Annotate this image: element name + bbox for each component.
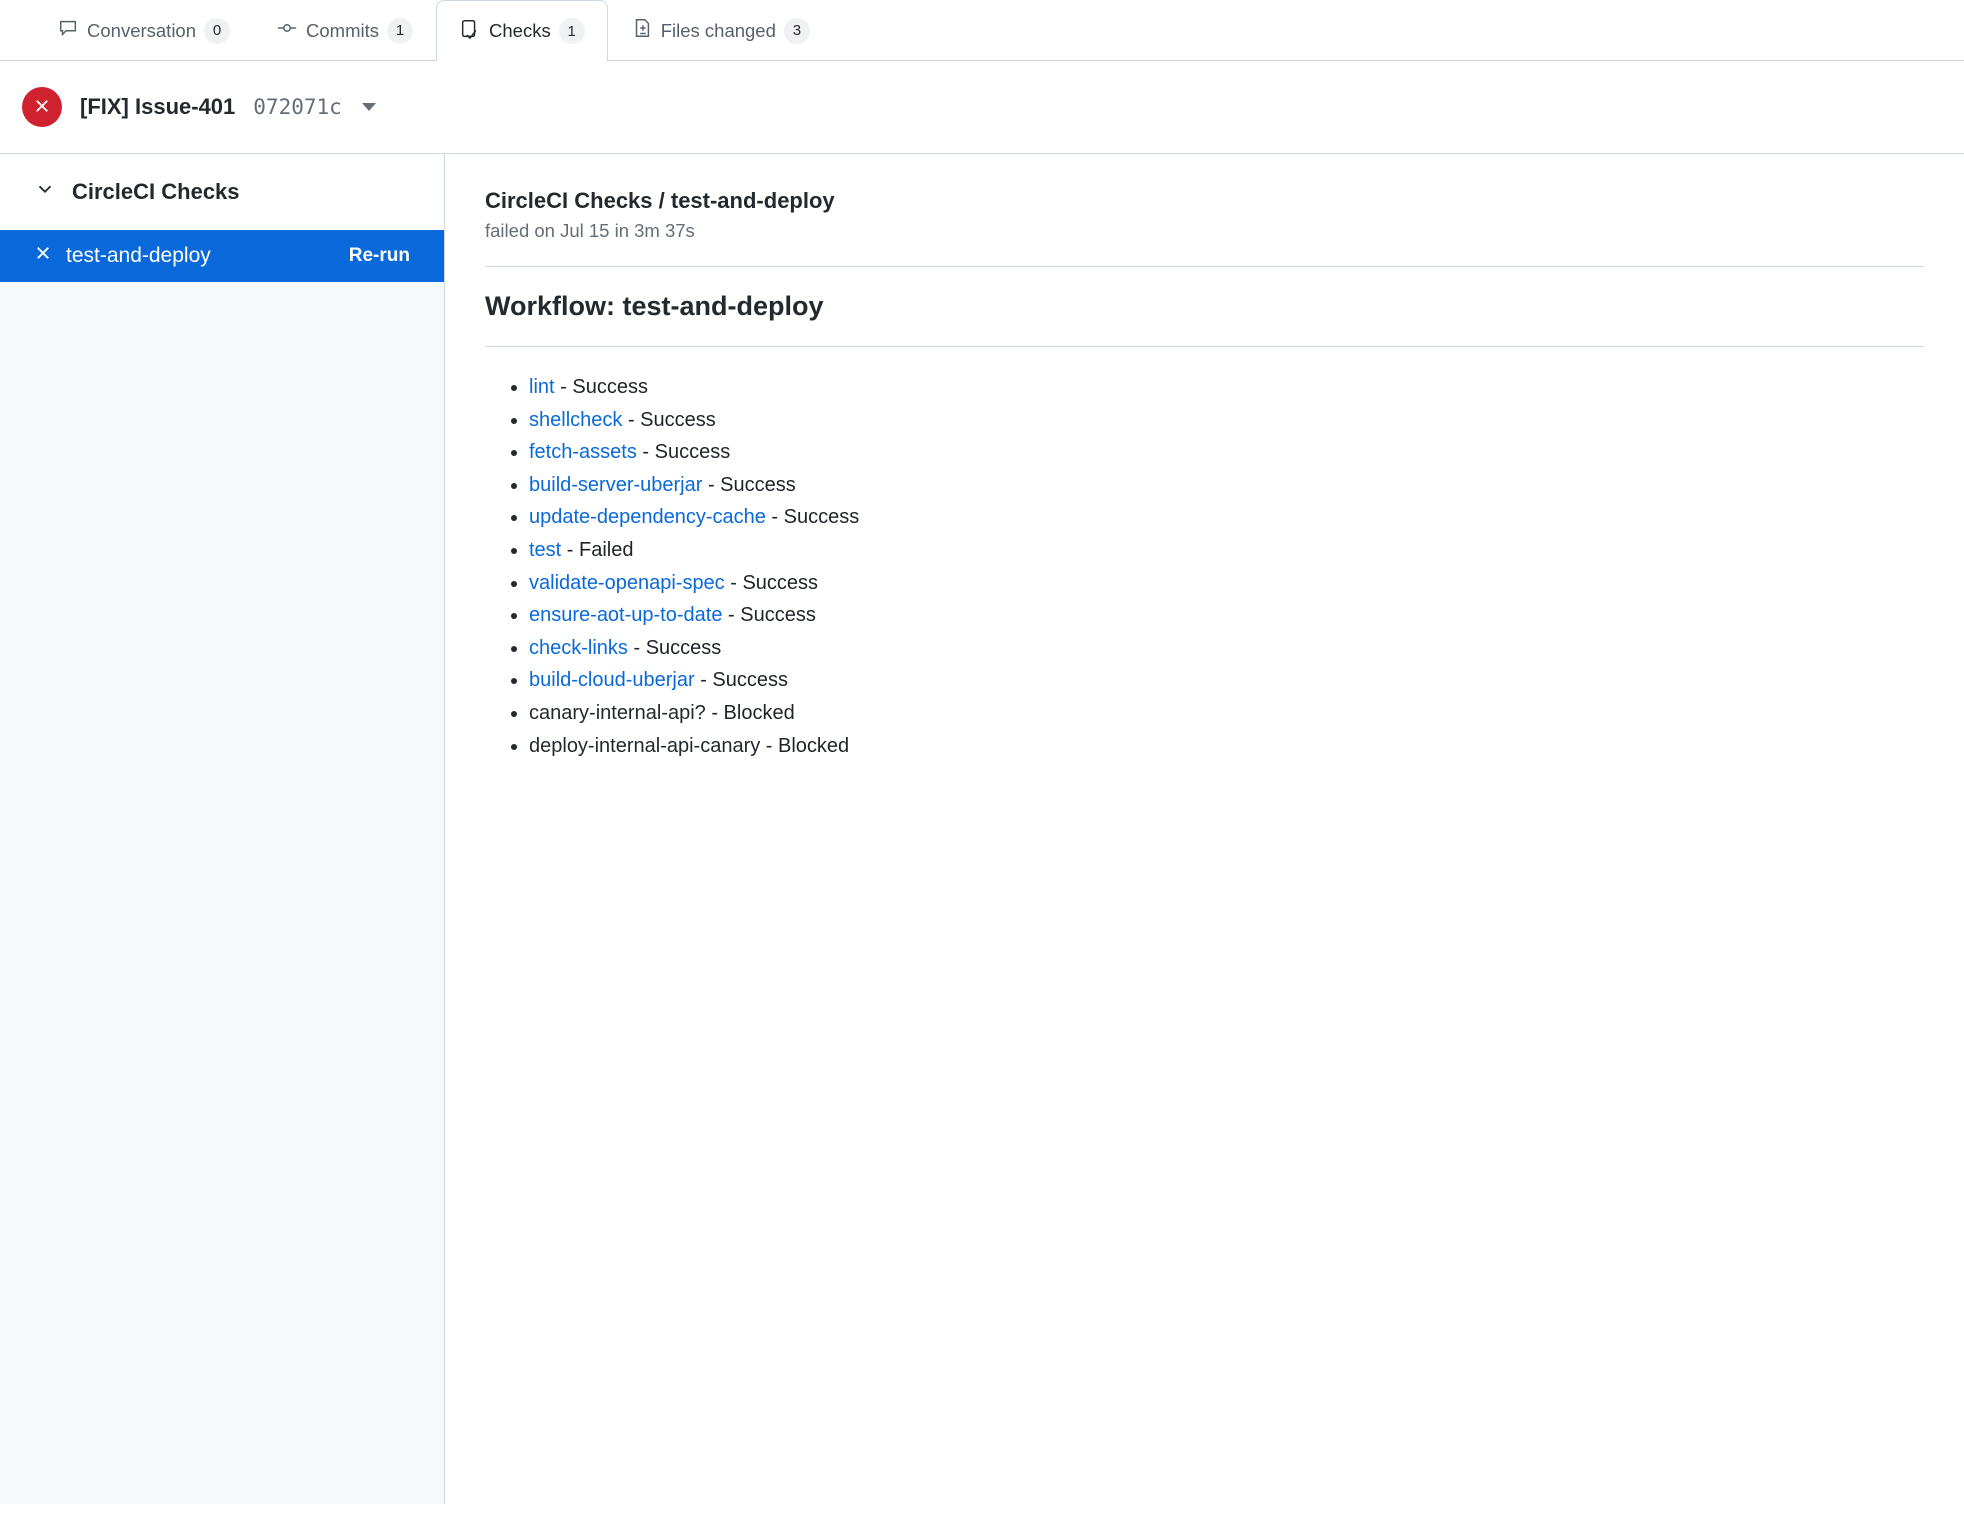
workflow-jobs-list: lint - Successshellcheck - Successfetch-…: [485, 371, 1924, 762]
chevron-down-icon: [34, 178, 56, 206]
job-item: deploy-internal-api-canary - Blocked: [529, 730, 1924, 763]
job-item: check-links - Success: [529, 632, 1924, 665]
tab-label: Conversation: [87, 20, 196, 42]
workflow-heading: Workflow: test-and-deploy: [485, 291, 1924, 322]
job-item: fetch-assets - Success: [529, 436, 1924, 469]
job-status: - Success: [555, 376, 648, 398]
job-link[interactable]: build-server-uberjar: [529, 474, 702, 496]
job-name: canary-internal-api?: [529, 702, 706, 724]
tab-files-changed[interactable]: Files changed 3: [608, 0, 833, 60]
job-status: - Failed: [561, 539, 633, 561]
tab-count: 1: [387, 18, 413, 44]
job-status: - Success: [722, 604, 815, 626]
commit-sha-dropdown[interactable]: 072071c: [253, 95, 342, 119]
job-item: build-cloud-uberjar - Success: [529, 664, 1924, 697]
tab-commits[interactable]: Commits 1: [253, 0, 436, 60]
tab-checks[interactable]: Checks 1: [436, 0, 608, 61]
divider: [485, 346, 1924, 347]
detail-subtitle: failed on Jul 15 in 3m 37s: [485, 220, 1924, 242]
job-link[interactable]: test: [529, 539, 561, 561]
job-status: - Success: [702, 474, 795, 496]
tab-label: Checks: [489, 20, 551, 42]
tab-count: 0: [204, 18, 230, 44]
tab-count: 1: [559, 18, 585, 44]
pr-title: [FIX] Issue-401: [80, 94, 235, 120]
checks-sidebar: CircleCI Checks test-and-deploy Re-run: [0, 154, 445, 1504]
job-link[interactable]: check-links: [529, 637, 628, 659]
job-status: - Blocked: [760, 735, 849, 757]
job-link[interactable]: ensure-aot-up-to-date: [529, 604, 722, 626]
job-item: update-dependency-cache - Success: [529, 501, 1924, 534]
divider: [485, 266, 1924, 267]
check-name: test-and-deploy: [66, 244, 211, 268]
comment-icon: [57, 17, 79, 44]
check-suite-header[interactable]: CircleCI Checks: [0, 154, 444, 230]
job-item: build-server-uberjar - Success: [529, 469, 1924, 502]
status-badge-failed: [22, 87, 62, 127]
tab-conversation[interactable]: Conversation 0: [34, 0, 253, 60]
job-link[interactable]: build-cloud-uberjar: [529, 669, 695, 691]
pr-header: [FIX] Issue-401 072071c: [0, 61, 1964, 154]
job-status: - Success: [695, 669, 788, 691]
job-link[interactable]: shellcheck: [529, 409, 622, 431]
x-icon: [34, 244, 52, 268]
job-item: test - Failed: [529, 534, 1924, 567]
job-link[interactable]: lint: [529, 376, 555, 398]
job-link[interactable]: validate-openapi-spec: [529, 572, 725, 594]
job-item: canary-internal-api? - Blocked: [529, 697, 1924, 730]
diff-icon: [631, 17, 653, 44]
job-item: lint - Success: [529, 371, 1924, 404]
job-status: - Success: [637, 441, 730, 463]
rerun-button[interactable]: Re-run: [349, 245, 410, 267]
caret-down-icon[interactable]: [362, 103, 376, 111]
job-item: ensure-aot-up-to-date - Success: [529, 599, 1924, 632]
check-detail: CircleCI Checks / test-and-deploy failed…: [445, 154, 1964, 1504]
job-status: - Blocked: [706, 702, 795, 724]
tab-label: Files changed: [661, 20, 776, 42]
tab-label: Commits: [306, 20, 379, 42]
commit-icon: [276, 17, 298, 44]
job-link[interactable]: fetch-assets: [529, 441, 637, 463]
job-status: - Success: [628, 637, 721, 659]
job-name: deploy-internal-api-canary: [529, 735, 760, 757]
x-icon: [33, 97, 51, 118]
job-link[interactable]: update-dependency-cache: [529, 506, 766, 528]
job-item: validate-openapi-spec - Success: [529, 567, 1924, 600]
main-split: CircleCI Checks test-and-deploy Re-run C…: [0, 154, 1964, 1504]
job-status: - Success: [725, 572, 818, 594]
checks-icon: [459, 18, 481, 45]
job-status: - Success: [622, 409, 715, 431]
job-item: shellcheck - Success: [529, 404, 1924, 437]
job-status: - Success: [766, 506, 859, 528]
suite-name: CircleCI Checks: [72, 179, 240, 205]
detail-title: CircleCI Checks / test-and-deploy: [485, 188, 1924, 214]
pr-tabs: Conversation 0 Commits 1 Checks 1 Files …: [0, 0, 1964, 61]
check-run-item[interactable]: test-and-deploy Re-run: [0, 230, 444, 282]
tab-count: 3: [784, 18, 810, 44]
